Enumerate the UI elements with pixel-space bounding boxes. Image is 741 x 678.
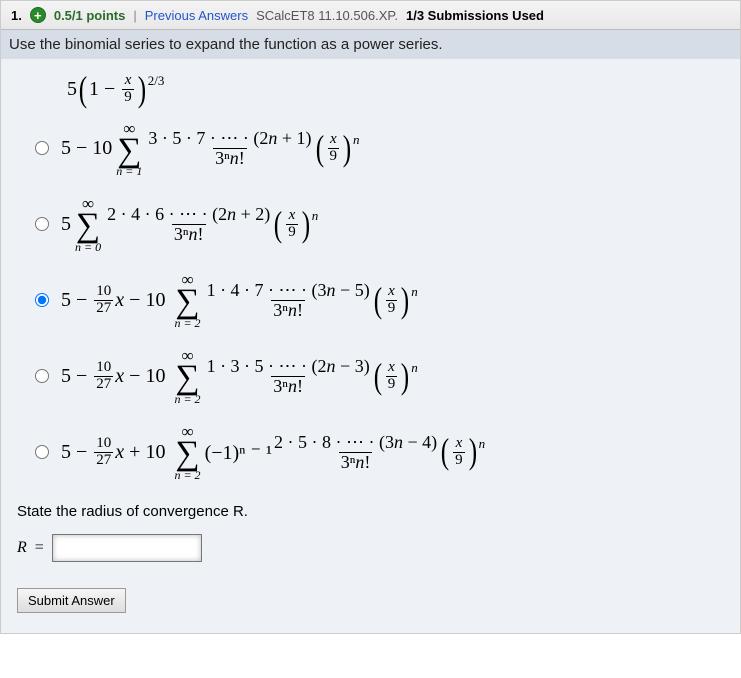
expr-den: 9 [122,89,134,106]
choice-radio[interactable] [35,369,49,383]
choice-row[interactable]: 5 − 1027x − 10 ∞∑n = 21 · 3 · 5 · ⋯ · (2… [35,347,724,405]
question-card: 1. + 0.5/1 points | Previous Answers SCa… [0,0,741,634]
plus-icon[interactable]: + [30,7,46,23]
choice-math: 5∞∑n = 02 · 4 · 6 · ⋯ · (2n + 2)3ⁿn!(x9)… [61,195,318,253]
expr-inner: 1 − [89,78,120,101]
choice-radio[interactable] [35,141,49,155]
choice-radio[interactable] [35,445,49,459]
previous-answers-link[interactable]: Previous Answers [145,8,248,23]
choice-math: 5 − 10∞∑n = 13 · 5 · 7 · ⋯ · (2n + 1)3ⁿn… [61,120,360,178]
question-number: 1. [11,8,22,23]
submit-button[interactable]: Submit Answer [17,588,126,613]
choice-row[interactable]: 5 − 10∞∑n = 13 · 5 · 7 · ⋯ · (2n + 1)3ⁿn… [35,120,724,178]
choice-row[interactable]: 5 − 1027x − 10 ∞∑n = 21 · 4 · 7 · ⋯ · (3… [35,271,724,329]
question-header: 1. + 0.5/1 points | Previous Answers SCa… [1,1,740,30]
choice-list: 5 − 10∞∑n = 13 · 5 · 7 · ⋯ · (2n + 1)3ⁿn… [17,120,724,481]
prompt-text: Use the binomial series to expand the fu… [1,30,740,59]
choice-math: 5 − 1027x − 10 ∞∑n = 21 · 4 · 7 · ⋯ · (3… [61,271,418,329]
choice-math: 5 − 1027x − 10 ∞∑n = 21 · 3 · 5 · ⋯ · (2… [61,347,418,405]
submissions-used: 1/3 Submissions Used [406,8,544,23]
choice-radio[interactable] [35,217,49,231]
expr-exponent: 2/3 [148,73,165,89]
choice-row[interactable]: 5∞∑n = 02 · 4 · 6 · ⋯ · (2n + 2)3ⁿn!(x9)… [35,195,724,253]
radius-label: R [17,539,27,557]
choice-row[interactable]: 5 − 1027x + 10 ∞∑n = 2(−1)ⁿ ⁻ ¹2 · 5 · 8… [35,423,724,481]
radius-row: R = [17,534,724,562]
assignment-code: SCalcET8 11.10.506.XP. [256,8,398,23]
given-expression: 5 ( 1 − x 9 ) 2/3 [67,73,724,106]
expr-num: x [125,73,132,89]
expr-lead: 5 [67,78,77,101]
choice-math: 5 − 1027x + 10 ∞∑n = 2(−1)ⁿ ⁻ ¹2 · 5 · 8… [61,423,485,481]
question-body: Use the binomial series to expand the fu… [1,30,740,633]
choice-radio[interactable] [35,293,49,307]
equals-sign: = [35,539,44,557]
radius-input[interactable] [52,534,202,562]
radius-prompt: State the radius of convergence R. [17,503,724,520]
divider: | [133,8,136,23]
points-earned: 0.5/1 points [54,8,126,23]
